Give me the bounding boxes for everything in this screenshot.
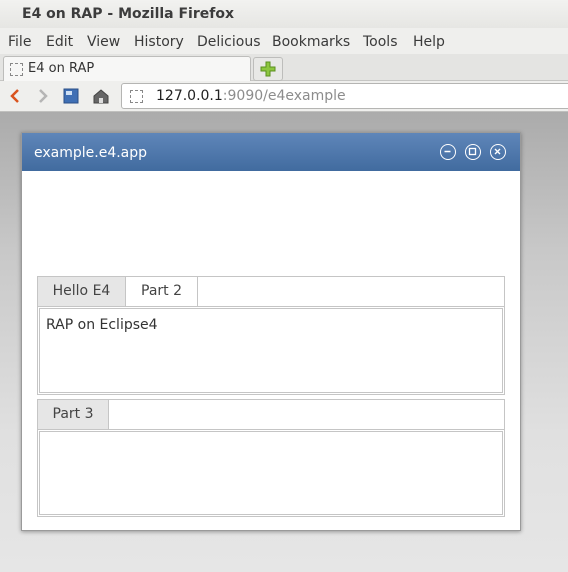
- window-title: E4 on RAP - Mozilla Firefox: [22, 6, 234, 22]
- tab-part-3[interactable]: Part 3: [38, 400, 109, 429]
- part-stack-top-tabs: Hello E4 Part 2: [38, 277, 504, 307]
- menu-history[interactable]: History: [134, 34, 184, 50]
- app-titlebar: example.e4.app: [22, 133, 520, 171]
- menu-edit[interactable]: Edit: [46, 34, 73, 50]
- part-content-label: RAP on Eclipse4: [46, 317, 158, 333]
- menu-view[interactable]: View: [87, 34, 120, 50]
- menu-tools[interactable]: Tools: [363, 34, 398, 50]
- site-identity-icon: [130, 90, 143, 103]
- plus-icon: [260, 61, 276, 77]
- part-content-hello-e4: RAP on Eclipse4: [39, 308, 503, 393]
- window-titlebar: E4 on RAP - Mozilla Firefox: [0, 0, 568, 28]
- menu-bookmarks[interactable]: Bookmarks: [272, 34, 350, 50]
- part-stack-bottom-tabs: Part 3: [38, 400, 504, 430]
- browser-tab[interactable]: E4 on RAP: [3, 56, 251, 81]
- url-field[interactable]: 127.0.0.1:9090/e4example: [121, 83, 568, 109]
- page-content: example.e4.app Hello E4 Part 2 RAP on Ec…: [0, 112, 568, 572]
- menu-bar: File Edit View History Delicious Bookmar…: [0, 28, 568, 54]
- maximize-icon: [468, 147, 477, 156]
- tab-bar: E4 on RAP: [0, 54, 568, 81]
- close-button[interactable]: [490, 144, 506, 160]
- menu-delicious[interactable]: Delicious: [197, 34, 261, 50]
- tab-part-2[interactable]: Part 2: [126, 277, 198, 306]
- navigation-bar: 127.0.0.1:9090/e4example: [0, 81, 568, 112]
- page-favicon-icon: [10, 63, 23, 76]
- back-arrow-icon[interactable]: [6, 87, 24, 105]
- minimize-button[interactable]: [440, 144, 456, 160]
- part-content-part-3: [39, 431, 503, 515]
- url-text: 127.0.0.1:9090/e4example: [156, 88, 346, 104]
- browser-tab-label: E4 on RAP: [28, 61, 95, 76]
- part-stack-top: Hello E4 Part 2 RAP on Eclipse4: [37, 276, 505, 395]
- close-icon: [494, 148, 501, 155]
- bookmark-page-icon[interactable]: [62, 87, 80, 105]
- tab-hello-e4[interactable]: Hello E4: [38, 277, 126, 306]
- forward-arrow-icon[interactable]: [34, 87, 52, 105]
- menu-help[interactable]: Help: [413, 34, 445, 50]
- minimize-icon: [444, 150, 451, 153]
- menu-file[interactable]: File: [8, 34, 31, 50]
- maximize-button[interactable]: [465, 144, 481, 160]
- home-icon[interactable]: [92, 87, 110, 105]
- app-window: example.e4.app Hello E4 Part 2 RAP on Ec…: [21, 132, 521, 531]
- part-stack-bottom: Part 3: [37, 399, 505, 517]
- app-title: example.e4.app: [34, 145, 148, 161]
- new-tab-button[interactable]: [253, 57, 283, 81]
